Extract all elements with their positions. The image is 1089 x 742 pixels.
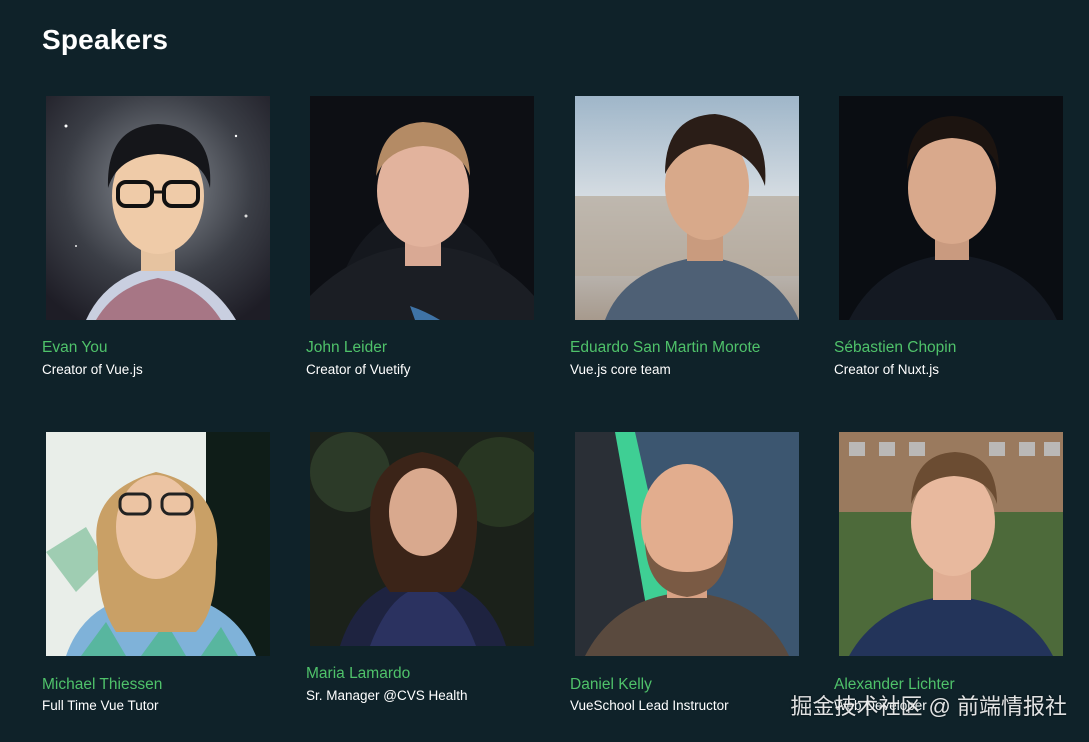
speaker-photo xyxy=(310,96,534,320)
speaker-role: Creator of Vuetify xyxy=(306,362,411,377)
speaker-photo xyxy=(46,432,270,656)
section-title: Speakers xyxy=(42,24,169,55)
speaker-photo xyxy=(46,96,270,320)
speaker-role: Sr. Manager @CVS Health xyxy=(306,688,468,703)
speaker-name[interactable]: Michael Thiessen xyxy=(42,676,162,694)
speaker-name[interactable]: John Leider xyxy=(306,339,387,357)
speaker-photo xyxy=(839,96,1063,320)
speaker-name[interactable]: Eduardo San Martin Morote xyxy=(570,339,760,357)
watermark: 掘金技术社区 @ 前端情报社 xyxy=(790,694,1067,719)
speaker-photo xyxy=(839,432,1063,656)
speaker-role: Vue.js core team xyxy=(570,362,671,377)
speaker-name[interactable]: Sébastien Chopin xyxy=(834,339,956,357)
speaker-photo xyxy=(310,432,534,646)
speaker-name[interactable]: Maria Lamardo xyxy=(306,665,410,683)
speaker-photo xyxy=(575,432,799,656)
speaker-role: Full Time Vue Tutor xyxy=(42,698,159,713)
speaker-name[interactable]: Daniel Kelly xyxy=(570,676,652,694)
speaker-role: Creator of Nuxt.js xyxy=(834,362,940,377)
speaker-role: Creator of Vue.js xyxy=(42,362,143,377)
speaker-name[interactable]: Evan You xyxy=(42,339,108,357)
speaker-photo xyxy=(575,96,799,320)
speaker-role: VueSchool Lead Instructor xyxy=(570,698,729,713)
